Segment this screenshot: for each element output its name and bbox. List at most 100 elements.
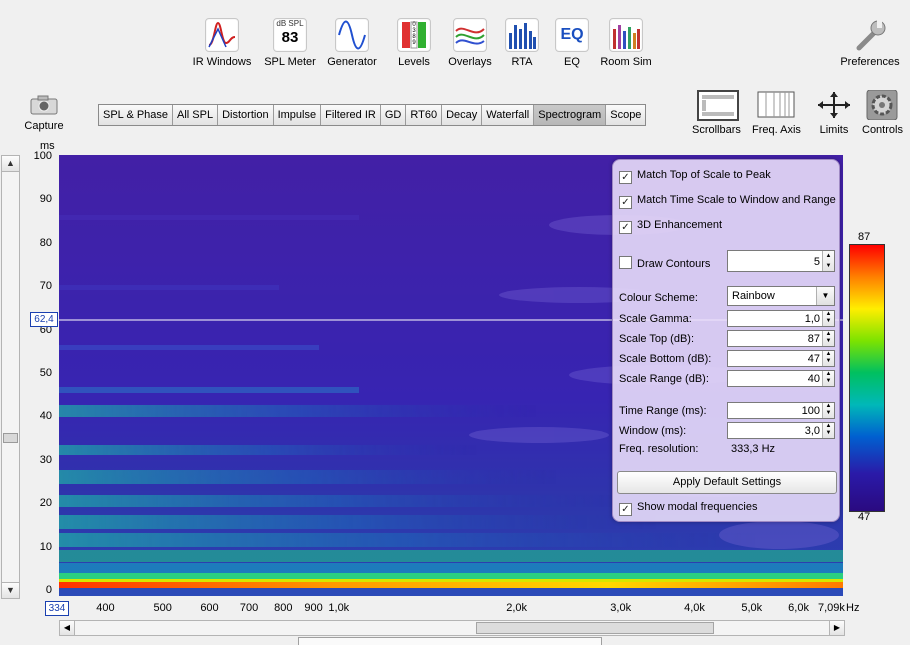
spl-meter-label: SPL Meter — [264, 56, 316, 68]
match-top-checkbox[interactable]: ✓ — [619, 171, 632, 184]
preferences-label: Preferences — [840, 56, 900, 68]
x-axis-unit: Hz — [846, 602, 860, 614]
y-cursor-readout: 62,4 — [30, 312, 58, 327]
generator-label: Generator — [327, 56, 377, 68]
x-tick-label: 3,0k — [610, 602, 632, 614]
controls-button[interactable]: Controls — [862, 89, 903, 136]
horizontal-scroll-thumb[interactable] — [476, 622, 714, 634]
y-tick-label: 10 — [39, 540, 52, 553]
scroll-left-arrow-icon[interactable]: ◀ — [60, 621, 75, 635]
tab-all-spl[interactable]: All SPL — [173, 105, 219, 125]
y-tick-label: 90 — [39, 193, 52, 206]
tab-distortion[interactable]: Distortion — [218, 105, 274, 125]
draw-contours-label: Draw Contours — [637, 258, 711, 270]
colour-scale-bar — [849, 244, 885, 512]
tab-spectrogram[interactable]: Spectrogram — [534, 105, 607, 125]
colour-scheme-select[interactable]: Rainbow ▼ — [727, 286, 835, 306]
draw-contours-checkbox-row[interactable]: Draw Contours — [619, 256, 710, 270]
x-tick-label: 2,0k — [506, 602, 528, 614]
spl-meter-button[interactable]: dB SPL 83 SPL Meter — [256, 18, 324, 68]
wrench-icon — [853, 18, 887, 52]
scale-range-field[interactable]: 40 ▲ ▼ — [727, 370, 835, 387]
freq-axis-icon — [756, 90, 796, 120]
horizontal-scrollbar[interactable]: ◀ ▶ — [59, 620, 845, 636]
rta-icon — [505, 18, 539, 52]
x-tick-label: 5,0k — [741, 602, 763, 614]
time-range-value: 100 — [801, 405, 820, 417]
show-modal-checkbox-row[interactable]: ✓ Show modal frequencies — [619, 501, 757, 516]
scale-range-value: 40 — [807, 373, 820, 385]
contours-spinner[interactable]: ▲ ▼ — [822, 251, 834, 271]
y-tick-label: 80 — [39, 236, 52, 249]
tab-gd[interactable]: GD — [380, 105, 407, 125]
room-sim-button[interactable]: Room Sim — [592, 18, 660, 68]
capture-button[interactable]: Capture — [20, 94, 68, 132]
window-field[interactable]: 3,0 ▲ ▼ — [727, 422, 835, 439]
y-tick-label: 30 — [39, 453, 52, 466]
room-sim-label: Room Sim — [600, 56, 652, 68]
contours-field[interactable]: 5 ▲ ▼ — [727, 250, 835, 272]
scale-bottom-field[interactable]: 47 ▲ ▼ — [727, 350, 835, 367]
scale-bottom-value: 47 — [807, 353, 820, 365]
freq-axis-button[interactable]: Freq. Axis — [752, 90, 801, 136]
scale-gamma-spinner[interactable]: ▲ ▼ — [822, 311, 834, 326]
graph-tabs: SPL & Phase All SPL Distortion Impulse Filte… — [98, 104, 647, 126]
window-spinner[interactable]: ▲ ▼ — [822, 423, 834, 438]
limits-arrows-icon — [814, 90, 854, 120]
match-time-checkbox-row[interactable]: ✓ Match Time Scale to Window and Range — [619, 194, 836, 209]
x-tick-label: 6,0k — [788, 602, 809, 614]
freq-resolution-value: 333,3 Hz — [731, 443, 776, 455]
tab-decay[interactable]: Decay — [442, 105, 483, 125]
draw-contours-checkbox[interactable] — [619, 256, 632, 269]
spl-meter-icon: dB SPL 83 — [273, 18, 307, 52]
show-modal-checkbox[interactable]: ✓ — [619, 503, 632, 516]
preferences-button[interactable]: Preferences — [836, 18, 904, 68]
eq-glyph: EQ — [560, 26, 584, 43]
freq-axis-label: Freq. Axis — [752, 124, 801, 136]
time-range-spinner[interactable]: ▲ ▼ — [822, 403, 834, 418]
x-tick-label: 800 — [274, 602, 293, 614]
vertical-scrollbar[interactable]: ▲ ▼ — [1, 155, 20, 599]
scroll-right-arrow-icon[interactable]: ▶ — [829, 621, 844, 635]
tab-filtered-ir[interactable]: Filtered IR — [321, 105, 381, 125]
scale-range-spinner[interactable]: ▲ ▼ — [822, 371, 834, 386]
colour-scheme-value: Rainbow — [732, 290, 775, 302]
time-range-field[interactable]: 100 ▲ ▼ — [727, 402, 835, 419]
show-modal-label: Show modal frequencies — [637, 501, 758, 513]
scale-top-value: 87 — [807, 333, 820, 345]
eq-icon: EQ — [555, 18, 589, 52]
tab-spl-phase[interactable]: SPL & Phase — [99, 105, 174, 125]
y-tick-label: 70 — [39, 280, 52, 293]
generator-button[interactable]: Generator — [318, 18, 386, 68]
scrollbars-icon — [696, 90, 740, 121]
colour-scheme-label: Colour Scheme: — [619, 292, 698, 304]
x-axis-start-readout: 334 — [45, 601, 69, 616]
scale-bottom-spinner[interactable]: ▲ ▼ — [822, 351, 834, 366]
scroll-down-arrow-icon[interactable]: ▼ — [2, 582, 19, 598]
generator-icon — [335, 18, 369, 52]
chevron-down-icon[interactable]: ▼ — [816, 287, 834, 305]
ir-windows-button[interactable]: IR Windows — [188, 18, 256, 68]
match-time-checkbox[interactable]: ✓ — [619, 196, 632, 209]
scale-gamma-field[interactable]: 1,0 ▲ ▼ — [727, 310, 835, 327]
vertical-scroll-thumb[interactable] — [3, 433, 18, 443]
scroll-up-arrow-icon[interactable]: ▲ — [2, 156, 19, 172]
scrollbars-button[interactable]: Scrollbars — [692, 90, 741, 136]
enh3d-checkbox[interactable]: ✓ — [619, 221, 632, 234]
tab-waterfall[interactable]: Waterfall — [482, 105, 535, 125]
scale-range-label: Scale Range (dB): — [619, 373, 709, 385]
tab-scope[interactable]: Scope — [606, 105, 646, 125]
scale-top-field[interactable]: 87 ▲ ▼ — [727, 330, 835, 347]
scrollbars-label: Scrollbars — [692, 124, 741, 136]
limits-button[interactable]: Limits — [814, 90, 854, 136]
enh3d-checkbox-row[interactable]: ✓ 3D Enhancement — [619, 219, 722, 234]
match-top-checkbox-row[interactable]: ✓ Match Top of Scale to Peak — [619, 169, 771, 184]
tab-rt60[interactable]: RT60 — [406, 105, 443, 125]
x-tick-label: 400 — [96, 602, 115, 614]
apply-default-settings-button[interactable]: Apply Default Settings — [617, 471, 837, 494]
controls-label: Controls — [862, 124, 903, 136]
spl-meter-value: 83 — [281, 29, 299, 46]
tab-impulse[interactable]: Impulse — [273, 105, 322, 125]
scale-top-spinner[interactable]: ▲ ▼ — [822, 331, 834, 346]
levels-digits: 0389 — [412, 22, 416, 46]
